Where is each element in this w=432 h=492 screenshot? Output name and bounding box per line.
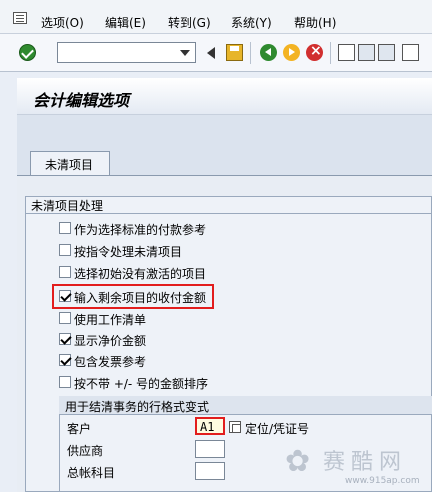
title-bar: 会计编辑选项 — [17, 78, 432, 115]
menu-bar: 选项(O) 编辑(E) 转到(G) 系统(Y) 帮助(H) — [0, 0, 432, 34]
chevron-down-icon[interactable] — [180, 50, 190, 56]
standard-toolbar — [0, 34, 432, 72]
checkbox[interactable] — [59, 290, 71, 302]
back-arrow-icon[interactable] — [207, 47, 215, 59]
checkbox[interactable] — [59, 244, 71, 256]
find-next-icon[interactable] — [378, 44, 395, 61]
option-label: 使用工作清单 — [74, 313, 147, 327]
checkbox[interactable] — [59, 312, 71, 324]
cancel-icon[interactable] — [306, 43, 323, 61]
tab-open-items[interactable]: 未清项目 — [30, 151, 110, 175]
save-icon[interactable] — [226, 44, 243, 61]
first-page-icon[interactable] — [402, 44, 419, 61]
customer-layout-input[interactable]: A1 — [195, 417, 225, 435]
print-icon[interactable] — [338, 44, 355, 61]
option-label: 选择初始没有激活的项目 — [74, 267, 207, 281]
checkbox[interactable] — [59, 333, 71, 345]
check-icon[interactable] — [19, 44, 36, 61]
toolbar-separator — [330, 42, 331, 64]
option-label: 按不带 +/- 号的金额排序 — [74, 377, 209, 391]
option-label: 按指令处理未清项目 — [74, 245, 183, 259]
vendor-label: 供应商 — [67, 444, 104, 458]
exit-icon[interactable] — [283, 44, 300, 61]
match-label: 定位/凭证号 — [245, 422, 310, 436]
tab-label: 未清项目 — [45, 158, 94, 172]
option-label: 输入剩余项目的收付金额 — [74, 291, 207, 305]
find-icon[interactable] — [358, 44, 375, 61]
gl-account-label: 总帐科目 — [67, 466, 116, 480]
checkbox[interactable] — [59, 222, 71, 234]
page-title: 会计编辑选项 — [33, 91, 130, 110]
watermark-logo-icon: ✿ — [285, 444, 311, 479]
toolbar-separator — [250, 42, 251, 64]
vendor-layout-input[interactable] — [195, 440, 225, 458]
group-title: 未清项目处理 — [31, 199, 104, 213]
menu-help[interactable]: 帮助(H) — [294, 14, 336, 31]
option-label: 作为选择标准的付款参考 — [74, 223, 207, 237]
menu-edit[interactable]: 编辑(E) — [105, 14, 146, 31]
customer-label: 客户 — [67, 422, 92, 436]
watermark-url: www.915ap.com — [345, 476, 420, 486]
menu-system[interactable]: 系统(Y) — [231, 14, 272, 31]
watermark-text: 赛酷网 — [323, 450, 408, 475]
menu-options[interactable]: 选项(O) — [41, 14, 84, 31]
system-menu-icon[interactable] — [13, 12, 27, 24]
option-label: 显示净价金额 — [74, 334, 147, 348]
line-layout-title: 用于结清事务的行格式变式 — [65, 400, 210, 414]
gl-account-layout-input[interactable] — [195, 462, 225, 480]
menu-goto[interactable]: 转到(G) — [168, 14, 211, 31]
checkbox[interactable] — [59, 376, 71, 388]
checkbox[interactable] — [59, 354, 71, 366]
checkbox[interactable] — [59, 266, 71, 278]
copy-icon[interactable] — [229, 421, 241, 433]
back-icon[interactable] — [260, 44, 277, 61]
command-field[interactable] — [57, 42, 196, 63]
watermark: ✿ 赛酷网 www.915ap.com — [285, 438, 425, 492]
option-label: 包含发票参考 — [74, 355, 147, 369]
